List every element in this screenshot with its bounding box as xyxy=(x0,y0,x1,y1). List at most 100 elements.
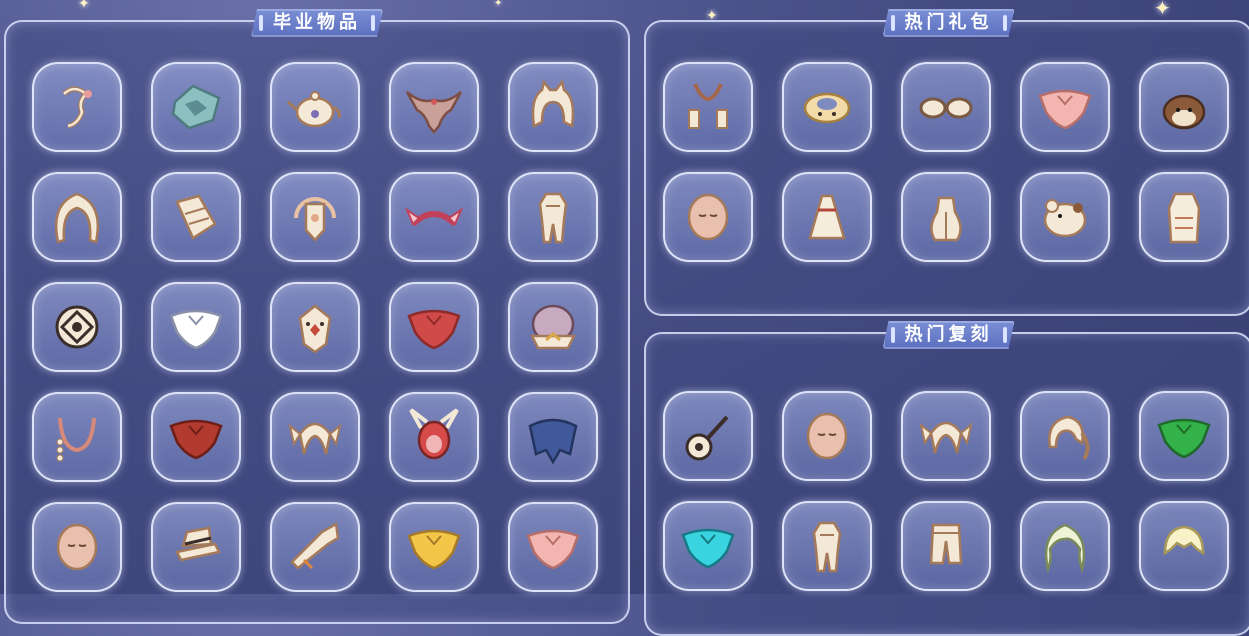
moon-mask-icon xyxy=(282,184,348,250)
suspenders-icon xyxy=(675,74,741,140)
wing-cape-icon xyxy=(401,74,467,140)
green-cape-icon xyxy=(1151,403,1217,469)
dark-red-cape-icon xyxy=(163,404,229,470)
item-slot[interactable] xyxy=(782,501,872,591)
necklace-icon xyxy=(44,404,110,470)
item-slot[interactable] xyxy=(1020,62,1110,152)
item-slot[interactable] xyxy=(32,172,122,262)
item-slot[interactable] xyxy=(32,62,122,152)
item-slot[interactable] xyxy=(663,501,753,591)
horned-mask-icon xyxy=(401,404,467,470)
graduation-items-panel: 毕业物品 xyxy=(4,20,630,624)
item-slot[interactable] xyxy=(32,392,122,482)
guitar-icon xyxy=(675,403,741,469)
panel-title-text: 热门复刻 xyxy=(904,324,993,345)
item-slot[interactable] xyxy=(1020,391,1110,481)
robe-icon xyxy=(1151,184,1217,250)
item-slot[interactable] xyxy=(782,391,872,481)
item-slot[interactable] xyxy=(1139,62,1229,152)
yellow-cape-icon xyxy=(401,514,467,580)
short-hair-icon xyxy=(1151,513,1217,579)
star-decoration: ✦ xyxy=(1154,0,1171,20)
face-mask-icon xyxy=(44,514,110,580)
item-slot[interactable] xyxy=(389,392,479,482)
cyan-cape-icon xyxy=(675,513,741,579)
item-slot[interactable] xyxy=(663,172,753,262)
item-slot[interactable] xyxy=(901,501,991,591)
plush-icon xyxy=(1032,184,1098,250)
item-slot[interactable] xyxy=(1139,391,1229,481)
pants-icon xyxy=(913,513,979,579)
item-slot[interactable] xyxy=(508,282,598,372)
outfit-icon xyxy=(794,513,860,579)
hood-hair-icon xyxy=(520,74,586,140)
item-slot[interactable] xyxy=(151,62,241,152)
dress-icon xyxy=(794,184,860,250)
item-slot[interactable] xyxy=(151,172,241,262)
item-slot[interactable] xyxy=(782,172,872,262)
white-cape-icon xyxy=(163,294,229,360)
panel-title: 热门复刻 xyxy=(883,321,1015,349)
red-cape-icon xyxy=(401,294,467,360)
item-slot[interactable] xyxy=(508,392,598,482)
outfit-icon xyxy=(520,184,586,250)
tribal-mask-icon xyxy=(282,294,348,360)
teapot-icon xyxy=(282,74,348,140)
item-slot[interactable] xyxy=(1139,501,1229,591)
long-hair-icon xyxy=(44,184,110,250)
item-slot[interactable] xyxy=(508,62,598,152)
panel-title: 毕业物品 xyxy=(251,9,383,37)
item-slot[interactable] xyxy=(782,62,872,152)
item-grid xyxy=(663,391,1229,591)
item-slot[interactable] xyxy=(32,502,122,592)
round-shield-icon xyxy=(44,294,110,360)
item-slot[interactable] xyxy=(32,282,122,372)
scarf-icon xyxy=(794,74,860,140)
hot-reruns-panel: 热门复刻 xyxy=(644,332,1249,636)
horn-instrument-icon xyxy=(282,514,348,580)
item-slot[interactable] xyxy=(508,172,598,262)
wavy-hair-icon xyxy=(1032,513,1098,579)
item-slot[interactable] xyxy=(901,391,991,481)
item-slot[interactable] xyxy=(270,62,360,152)
hair-accessory-icon xyxy=(44,74,110,140)
item-slot[interactable] xyxy=(901,172,991,262)
horn-headband-icon xyxy=(401,184,467,250)
item-slot[interactable] xyxy=(151,502,241,592)
item-slot[interactable] xyxy=(1139,172,1229,262)
item-slot[interactable] xyxy=(270,502,360,592)
pink-cape-icon xyxy=(520,514,586,580)
item-slot[interactable] xyxy=(270,282,360,372)
pink-cape-icon xyxy=(1032,74,1098,140)
item-slot[interactable] xyxy=(1020,501,1110,591)
bun-hair-icon xyxy=(520,294,586,360)
panel-title-text: 热门礼包 xyxy=(904,12,993,33)
item-slot[interactable] xyxy=(389,282,479,372)
skirt-icon xyxy=(913,184,979,250)
blue-cape-icon xyxy=(520,404,586,470)
item-slot[interactable] xyxy=(151,392,241,482)
item-slot[interactable] xyxy=(508,502,598,592)
item-slot[interactable] xyxy=(389,502,479,592)
item-slot[interactable] xyxy=(270,172,360,262)
star-decoration: ✦ xyxy=(494,0,503,9)
rock-cape-icon xyxy=(163,74,229,140)
item-grid xyxy=(663,62,1229,262)
hat-icon xyxy=(163,514,229,580)
pigtail-hair-icon xyxy=(282,404,348,470)
item-slot[interactable] xyxy=(270,392,360,482)
drum-icon xyxy=(163,184,229,250)
hot-packs-panel: 热门礼包 xyxy=(644,20,1249,316)
item-slot[interactable] xyxy=(151,282,241,372)
item-slot[interactable] xyxy=(901,62,991,152)
panel-title-text: 毕业物品 xyxy=(273,12,361,33)
item-slot[interactable] xyxy=(389,172,479,262)
item-slot[interactable] xyxy=(663,62,753,152)
item-slot[interactable] xyxy=(389,62,479,152)
item-slot[interactable] xyxy=(663,391,753,481)
pigtail-hair-icon xyxy=(913,403,979,469)
star-decoration: ✦ xyxy=(78,0,90,12)
face-mask-icon xyxy=(675,184,741,250)
pet-hat-icon xyxy=(1151,74,1217,140)
item-slot[interactable] xyxy=(1020,172,1110,262)
